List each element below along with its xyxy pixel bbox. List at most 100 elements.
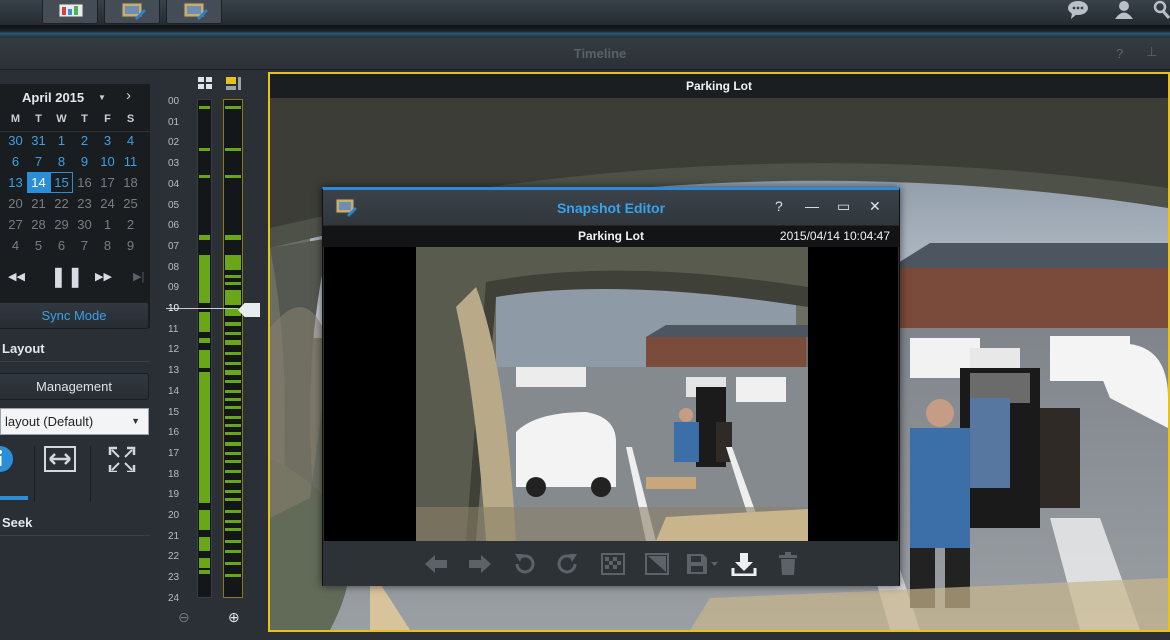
- calendar-day[interactable]: 13: [4, 172, 27, 193]
- single-view-icon[interactable]: [226, 76, 242, 90]
- calendar-day[interactable]: 24: [96, 193, 119, 214]
- recording-segment: [225, 362, 241, 365]
- view-tools: [0, 442, 150, 504]
- calendar-day[interactable]: 2: [119, 214, 142, 235]
- recording-segment: [225, 106, 241, 109]
- calendar-day[interactable]: 16: [73, 172, 96, 193]
- recording-segment: [225, 340, 241, 345]
- step-forward-icon[interactable]: ▶|: [133, 270, 144, 283]
- chevron-right-icon[interactable]: ›: [126, 87, 131, 104]
- calendar-day[interactable]: 9: [73, 151, 96, 172]
- calendar-month-label[interactable]: April 2015: [22, 90, 84, 105]
- layout-select[interactable]: layout (Default) ▼: [0, 408, 149, 435]
- hour-label: 20: [168, 510, 180, 521]
- recording-segment: [225, 574, 241, 577]
- playback-controls: ◀◀ ❚❚ ▶▶ ▶|: [0, 266, 155, 292]
- calendar-day[interactable]: 11: [119, 151, 142, 172]
- calendar-day-selected[interactable]: 14: [27, 172, 50, 193]
- calendar-day[interactable]: 31: [27, 130, 50, 151]
- zoom-in-icon[interactable]: ⊕: [228, 609, 240, 626]
- taskbar-app-button-3[interactable]: [166, 0, 222, 24]
- recording-track-1[interactable]: [197, 99, 212, 598]
- search-icon[interactable]: [1152, 0, 1170, 22]
- fit-width-icon[interactable]: [44, 446, 76, 472]
- rotate-right-icon[interactable]: [555, 552, 581, 576]
- calendar-day[interactable]: 18: [119, 172, 142, 193]
- redo-arrow-icon[interactable]: [467, 552, 493, 576]
- pin-icon[interactable]: ⊥: [1146, 44, 1157, 60]
- calendar-day[interactable]: 17: [96, 172, 119, 193]
- layout-management-button[interactable]: Management: [0, 373, 149, 400]
- calendar-day[interactable]: 10: [96, 151, 119, 172]
- calendar-day[interactable]: 22: [50, 193, 73, 214]
- calendar-day[interactable]: 21: [27, 193, 50, 214]
- taskbar-app-button-1[interactable]: [42, 0, 98, 24]
- snapshot-editor-titlebar[interactable]: Snapshot Editor ? — ▭ ✕: [323, 190, 899, 226]
- info-icon[interactable]: [0, 444, 14, 474]
- recording-segment: [225, 235, 241, 240]
- recording-segment: [199, 106, 210, 109]
- calendar-day[interactable]: 29: [50, 214, 73, 235]
- calendar-day[interactable]: 2: [73, 130, 96, 151]
- recording-segment: [225, 322, 241, 326]
- recording-segment: [225, 332, 241, 335]
- calendar-day[interactable]: 25: [119, 193, 142, 214]
- calendar-day[interactable]: 9: [119, 235, 142, 256]
- recording-segment: [225, 175, 241, 178]
- grid-view-icon[interactable]: [198, 77, 212, 89]
- undo-arrow-icon[interactable]: [423, 552, 449, 576]
- calendar-day[interactable]: 1: [50, 130, 73, 151]
- maximize-icon[interactable]: ▭: [837, 198, 850, 215]
- chat-icon[interactable]: [1066, 0, 1090, 22]
- calendar-day[interactable]: 6: [50, 235, 73, 256]
- fullscreen-icon[interactable]: [108, 446, 136, 472]
- weekday-label: T: [81, 113, 88, 125]
- recording-segment: [225, 406, 241, 409]
- minimize-icon[interactable]: —: [805, 198, 819, 214]
- rewind-icon[interactable]: ◀◀: [8, 270, 25, 283]
- taskbar-app-button-2[interactable]: [104, 0, 160, 24]
- fast-forward-icon[interactable]: ▶▶: [95, 270, 112, 283]
- recording-segment: [199, 148, 210, 151]
- calendar-day[interactable]: 7: [73, 235, 96, 256]
- calendar-day[interactable]: 30: [73, 214, 96, 235]
- crop-icon[interactable]: [644, 552, 670, 576]
- calendar-day[interactable]: 23: [73, 193, 96, 214]
- help-icon[interactable]: ?: [775, 198, 783, 214]
- calendar-day[interactable]: 4: [4, 235, 27, 256]
- calendar-header: April 2015 ▼ ›: [0, 87, 150, 107]
- delete-icon[interactable]: [777, 552, 799, 576]
- save-icon[interactable]: [685, 552, 719, 576]
- calendar-day[interactable]: 3: [96, 130, 119, 151]
- rotate-left-icon[interactable]: [511, 552, 537, 576]
- recording-segment: [225, 520, 241, 523]
- calendar-day[interactable]: 5: [27, 235, 50, 256]
- calendar-day-today[interactable]: 15: [50, 172, 73, 193]
- download-icon[interactable]: [731, 552, 757, 576]
- calendar-day[interactable]: 7: [27, 151, 50, 172]
- help-icon[interactable]: ?: [1116, 46, 1123, 61]
- caret-down-icon[interactable]: ▼: [98, 93, 106, 102]
- sync-mode-button[interactable]: Sync Mode: [0, 302, 149, 329]
- calendar-day[interactable]: 8: [50, 151, 73, 172]
- calendar-day[interactable]: 6: [4, 151, 27, 172]
- hour-label: 15: [168, 406, 180, 418]
- calendar-day[interactable]: 8: [96, 235, 119, 256]
- calendar-day[interactable]: 28: [27, 214, 50, 235]
- user-icon[interactable]: [1112, 0, 1136, 22]
- calendar-day[interactable]: 20: [4, 193, 27, 214]
- recording-segment: [225, 416, 241, 419]
- mosaic-icon[interactable]: [600, 552, 626, 576]
- calendar-day[interactable]: 30: [4, 130, 27, 151]
- close-icon[interactable]: ✕: [869, 198, 881, 215]
- zoom-out-icon[interactable]: ⊖: [178, 609, 190, 626]
- snapshot-image[interactable]: [324, 247, 898, 541]
- recording-track-2[interactable]: [223, 99, 243, 598]
- calendar-day[interactable]: 27: [4, 214, 27, 235]
- recording-segment: [199, 312, 210, 332]
- snapshot-toolbar: [323, 542, 899, 586]
- pause-icon[interactable]: ❚❚: [50, 264, 84, 289]
- hour-label: 24: [168, 592, 180, 604]
- calendar-day[interactable]: 1: [96, 214, 119, 235]
- calendar-day[interactable]: 4: [119, 130, 142, 151]
